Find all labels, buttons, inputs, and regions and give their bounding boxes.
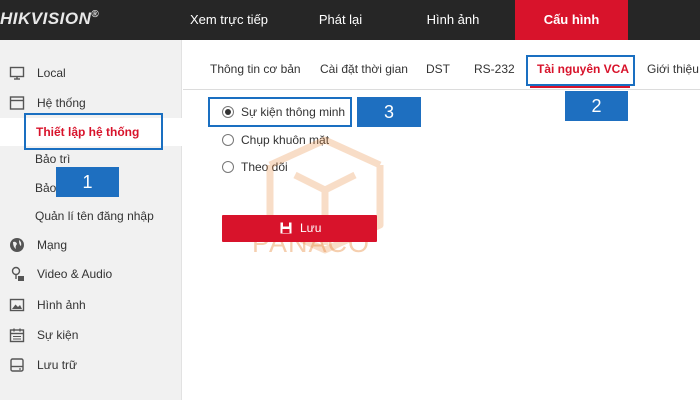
highlight-smart-event bbox=[208, 97, 352, 127]
calendar-icon bbox=[9, 328, 25, 343]
sidebar-item-storage[interactable]: Lưu trữ bbox=[0, 353, 182, 377]
sidebar-item-local[interactable]: Local bbox=[0, 61, 182, 85]
sidebar-item-label: Sự kiện bbox=[37, 328, 79, 342]
nav-live-view[interactable]: Xem trực tiếp bbox=[170, 0, 288, 40]
tab-rs232[interactable]: RS-232 bbox=[474, 62, 515, 76]
tab-dst[interactable]: DST bbox=[426, 62, 450, 76]
nav-picture[interactable]: Hình ảnh bbox=[393, 0, 513, 40]
sidebar-item-label: Mạng bbox=[37, 238, 68, 252]
sidebar-item-label: Video & Audio bbox=[37, 267, 113, 281]
sidebar-item-label: Hình ảnh bbox=[37, 298, 86, 312]
tab-about[interactable]: Giới thiệu bbox=[647, 62, 699, 76]
sidebar-item-user-management[interactable]: Quản lí tên đăng nhập bbox=[0, 204, 182, 228]
radio-button[interactable] bbox=[222, 161, 234, 173]
video-audio-icon bbox=[11, 266, 24, 281]
sidebar-item-label: Quản lí tên đăng nhập bbox=[35, 209, 154, 223]
nav-playback[interactable]: Phát lại bbox=[288, 0, 393, 40]
sidebar-item-video-audio[interactable]: Video & Audio bbox=[0, 262, 182, 286]
sidebar-item-label: Local bbox=[37, 66, 66, 80]
sidebar-item-label: Lưu trữ bbox=[37, 358, 78, 372]
step-badge-2: 2 bbox=[565, 91, 628, 121]
save-icon bbox=[280, 222, 292, 234]
step-badge-1: 1 bbox=[56, 167, 119, 197]
top-navigation-bar: HIKVISION® Xem trực tiếp Phát lại Hình ả… bbox=[0, 0, 700, 40]
active-tab-indicator bbox=[530, 86, 630, 88]
storage-icon bbox=[10, 358, 24, 372]
image-icon bbox=[9, 298, 25, 312]
globe-icon bbox=[10, 238, 24, 252]
save-button[interactable]: Lưu bbox=[222, 215, 377, 242]
sidebar-item-label: Bảo bbox=[35, 181, 57, 195]
tab-time-settings[interactable]: Cài đặt thời gian bbox=[320, 62, 408, 76]
system-icon bbox=[9, 96, 25, 110]
radio-button[interactable] bbox=[222, 134, 234, 146]
sidebar-item-network[interactable]: Mạng bbox=[0, 233, 182, 257]
monitor-icon bbox=[9, 66, 25, 80]
sidebar-item-system[interactable]: Hệ thống bbox=[0, 91, 182, 115]
highlight-system-settings bbox=[24, 113, 163, 150]
sidebar-item-label: Hệ thống bbox=[37, 96, 86, 110]
save-button-label: Lưu bbox=[300, 221, 322, 235]
tab-basic-info[interactable]: Thông tin cơ bản bbox=[210, 62, 301, 76]
highlight-vca-tab bbox=[526, 55, 635, 86]
nav-configuration[interactable]: Cấu hình bbox=[515, 0, 628, 40]
sidebar-item-image[interactable]: Hình ảnh bbox=[0, 293, 182, 317]
sidebar-item-event[interactable]: Sự kiện bbox=[0, 323, 182, 347]
hikvision-logo: HIKVISION® bbox=[0, 9, 100, 28]
step-badge-3: 3 bbox=[357, 97, 421, 127]
